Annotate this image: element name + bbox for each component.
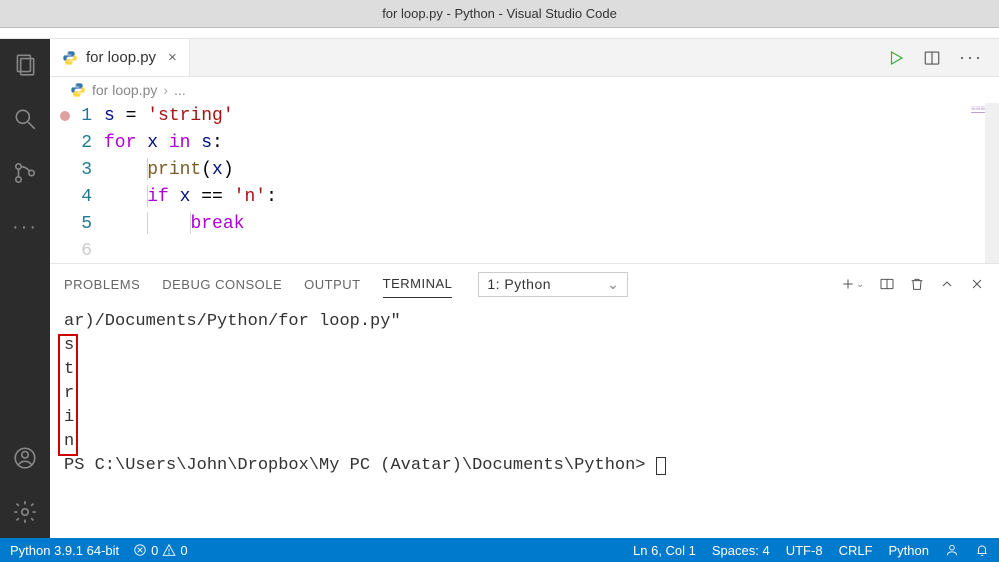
chevron-down-icon: ⌄ [607, 276, 619, 293]
terminal-prompt-line: PS C:\Users\John\Dropbox\My PC (Avatar)\… [64, 454, 985, 478]
terminal-cursor [656, 457, 666, 475]
tab-close-icon[interactable]: × [168, 49, 177, 66]
terminal-content[interactable]: ar)/Documents/Python/for loop.py" s t r … [50, 304, 999, 538]
code-editor[interactable]: 1 2 3 4 5 6 s = 'string' for x in s: pri… [50, 103, 999, 263]
tab-bar: for loop.py × ··· [50, 39, 999, 77]
menubar-placeholder [0, 28, 999, 38]
kill-terminal-icon[interactable] [909, 276, 925, 292]
code-content[interactable]: s = 'string' for x in s: print(x) if x =… [104, 103, 999, 263]
breakpoint-indicator[interactable] [60, 111, 70, 121]
line-number-gutter: 1 2 3 4 5 6 [74, 103, 104, 263]
editor-more-icon[interactable]: ··· [959, 47, 983, 68]
status-language[interactable]: Python [889, 543, 929, 558]
terminal-output: i [64, 406, 985, 430]
terminal-selector[interactable]: 1: Python ⌄ [478, 272, 628, 297]
split-terminal-icon[interactable] [879, 276, 895, 292]
status-eol[interactable]: CRLF [839, 543, 873, 558]
activity-bar: ··· [0, 39, 50, 538]
status-spaces[interactable]: Spaces: 4 [712, 543, 770, 558]
close-panel-icon[interactable] [969, 276, 985, 292]
editor-group: for loop.py × ··· for loop.py › ... [50, 39, 999, 538]
account-icon[interactable] [11, 444, 39, 472]
main-area: ··· for loop.py × [0, 38, 999, 538]
source-control-icon[interactable] [11, 159, 39, 187]
panel-tab-output[interactable]: OUTPUT [304, 271, 360, 298]
settings-gear-icon[interactable] [11, 498, 39, 526]
breadcrumb-filename: for loop.py [92, 82, 157, 98]
terminal-output: t [64, 358, 985, 382]
line-number: 4 [74, 184, 92, 211]
new-terminal-icon[interactable]: ⌄ [840, 276, 865, 292]
line-number: 2 [74, 130, 92, 157]
terminal-output: n [64, 430, 985, 454]
maximize-panel-icon[interactable] [939, 276, 955, 292]
chevron-right-icon: › [163, 82, 168, 98]
terminal-output: r [64, 382, 985, 406]
breakpoint-gutter[interactable] [56, 103, 74, 263]
bottom-panel: PROBLEMS DEBUG CONSOLE OUTPUT TERMINAL 1… [50, 263, 999, 538]
tab-filename: for loop.py [86, 49, 156, 66]
editor-actions: ··· [887, 39, 999, 76]
more-views-icon[interactable]: ··· [11, 213, 39, 241]
line-number: 6 [74, 238, 92, 263]
split-editor-icon[interactable] [923, 49, 941, 67]
run-icon[interactable] [887, 49, 905, 67]
feedback-icon[interactable] [945, 543, 959, 557]
search-icon[interactable] [11, 105, 39, 133]
terminal-line: ar)/Documents/Python/for loop.py" [64, 310, 985, 334]
status-problems[interactable]: 0 0 [133, 543, 187, 558]
breadcrumb-more: ... [174, 82, 186, 98]
line-number: 1 [74, 103, 92, 130]
status-lncol[interactable]: Ln 6, Col 1 [633, 543, 696, 558]
editor-scrollbar[interactable] [985, 103, 999, 263]
explorer-icon[interactable] [11, 51, 39, 79]
python-file-icon [70, 82, 86, 98]
window-title: for loop.py - Python - Visual Studio Cod… [382, 6, 617, 21]
line-number: 5 [74, 211, 92, 238]
editor-tab[interactable]: for loop.py × [50, 39, 190, 76]
terminal-output: s [64, 334, 985, 358]
terminal-selector-label: 1: Python [487, 276, 551, 292]
panel-tab-debug[interactable]: DEBUG CONSOLE [162, 271, 282, 298]
panel-tab-problems[interactable]: PROBLEMS [64, 271, 140, 298]
status-interpreter[interactable]: Python 3.9.1 64-bit [10, 543, 119, 558]
notifications-icon[interactable] [975, 543, 989, 557]
panel-actions: ⌄ [840, 276, 985, 292]
panel-tab-terminal[interactable]: TERMINAL [383, 270, 453, 298]
panel-tab-bar: PROBLEMS DEBUG CONSOLE OUTPUT TERMINAL 1… [50, 264, 999, 304]
breadcrumb[interactable]: for loop.py › ... [50, 77, 999, 103]
python-file-icon [62, 50, 78, 66]
status-encoding[interactable]: UTF-8 [786, 543, 823, 558]
line-number: 3 [74, 157, 92, 184]
window-titlebar: for loop.py - Python - Visual Studio Cod… [0, 0, 999, 28]
status-bar: Python 3.9.1 64-bit 0 0 Ln 6, Col 1 Spac… [0, 538, 999, 562]
